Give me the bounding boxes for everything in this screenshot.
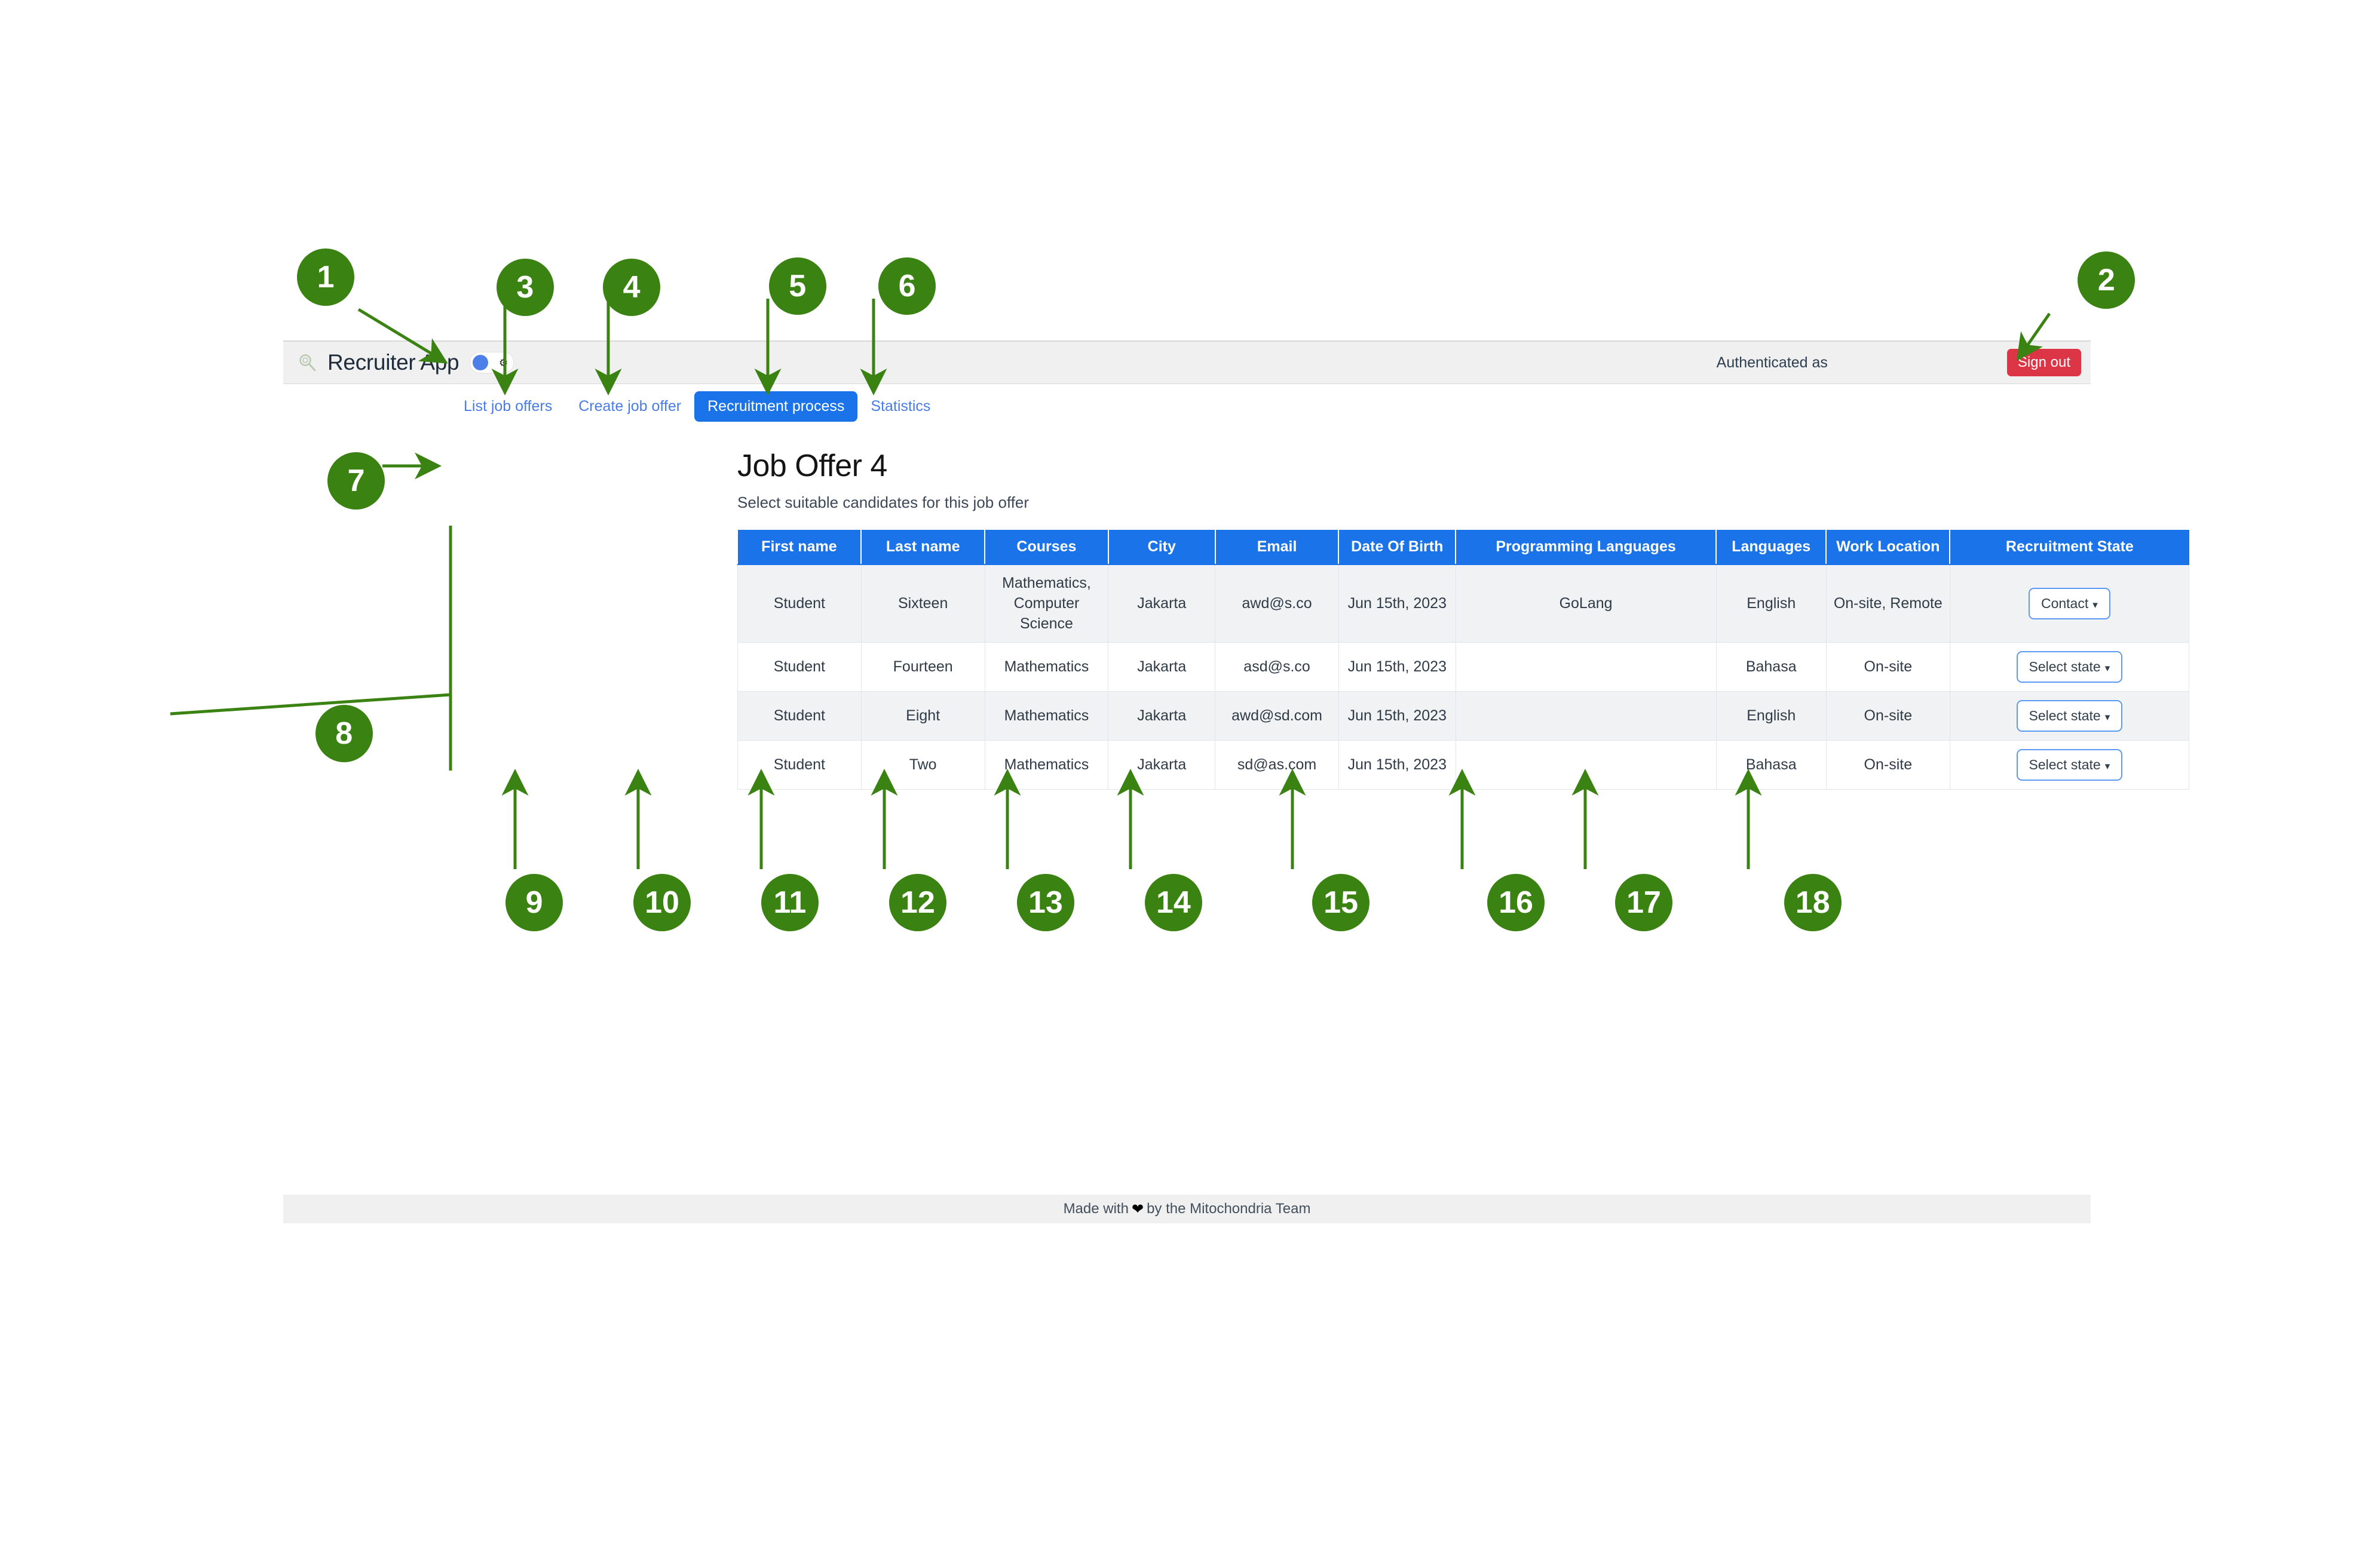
chevron-down-icon: ▾ [2104,662,2110,674]
annotation-badge-1: 1 [297,248,355,306]
cell-programming-languages [1455,740,1717,790]
cell-first-name: Student [737,740,862,790]
chevron-down-icon: ▾ [2104,711,2110,723]
cell-city: Jakarta [1108,740,1216,790]
browser-app-window: Recruiter App ⚙ Authenticated as Sign ou… [283,340,2190,1223]
cell-recruitment-state: Select state ▾ [1949,691,2190,741]
cell-recruitment-state: Contact ▾ [1949,564,2190,643]
cell-first-name: Student [737,564,862,643]
cell-languages: Bahasa [1715,740,1827,790]
chevron-down-icon: ▾ [2104,760,2110,772]
col-languages[interactable]: Languages [1716,530,1827,565]
cell-programming-languages: GoLang [1455,564,1717,643]
col-first-name[interactable]: First name [737,530,862,565]
candidates-table-container: First name Last name Courses City Email … [737,530,2190,790]
cell-date-of-birth: Jun 15th, 2023 [1338,740,1456,790]
cell-programming-languages [1455,642,1717,692]
cell-last-name: Sixteen [860,564,985,643]
page-title: Job Offer 4 [737,449,887,483]
cell-last-name: Eight [860,691,985,741]
col-last-name[interactable]: Last name [861,530,986,565]
cell-work-location: On-site [1825,642,1950,692]
cell-programming-languages [1455,691,1717,741]
state-label: Select state [2029,708,2101,724]
cell-email: sd@as.com [1215,740,1339,790]
top-navbar: Recruiter App ⚙ Authenticated as Sign ou… [283,340,2091,384]
recruitment-state-dropdown[interactable]: Select state ▾ [2016,700,2123,732]
authenticated-username [1828,352,2007,373]
cell-date-of-birth: Jun 15th, 2023 [1338,691,1456,741]
cell-last-name: Two [860,740,985,790]
authenticated-as-label: Authenticated as [1716,354,1828,371]
tab-recruitment-process[interactable]: Recruitment process [694,391,858,422]
col-programming-languages[interactable]: Programming Languages [1456,530,1717,565]
col-work-location[interactable]: Work Location [1826,530,1951,565]
state-label: Select state [2029,757,2101,773]
annotation-badge-5: 5 [768,257,826,315]
tab-list-job-offers[interactable]: List job offers [451,391,565,422]
annotation-badge-3: 3 [496,259,554,317]
cell-recruitment-state: Select state ▾ [1949,642,2190,692]
cell-work-location: On-site, Remote [1825,564,1950,643]
brand-area[interactable]: Recruiter App ⚙ [296,350,514,375]
cell-work-location: On-site [1825,691,1950,741]
cell-languages: English [1715,564,1827,643]
cell-last-name: Fourteen [860,642,985,692]
cell-first-name: Student [737,691,862,741]
col-courses[interactable]: Courses [985,530,1109,565]
theme-toggle-switch[interactable]: ⚙ [470,352,514,373]
cell-email: asd@s.co [1215,642,1339,692]
cell-work-location: On-site [1825,740,1950,790]
tab-statistics[interactable]: Statistics [857,391,943,422]
footer-text-before: Made with [1063,1201,1129,1217]
cell-courses: Mathematics, Computer Science [984,564,1109,643]
state-label: Contact [2041,596,2089,612]
cell-email: awd@s.co [1215,564,1339,643]
cell-courses: Mathematics [984,642,1109,692]
tab-create-job-offer[interactable]: Create job offer [565,391,694,422]
footer-text-after: by the Mitochondria Team [1147,1201,1311,1217]
cell-languages: Bahasa [1715,642,1827,692]
heart-icon: ❤ [1131,1201,1144,1217]
table-row: Student Fourteen Mathematics Jakarta asd… [737,642,2190,692]
recruitment-state-dropdown[interactable]: Contact ▾ [2028,588,2110,620]
col-recruitment-state[interactable]: Recruitment State [1950,530,2189,565]
cell-courses: Mathematics [984,691,1109,741]
app-footer: Made with ❤ by the Mitochondria Team [283,1195,2091,1223]
brand-name: Recruiter App [327,350,459,375]
table-row: Student Eight Mathematics Jakarta awd@sd… [737,691,2190,741]
auth-area: Authenticated as Sign out [1717,349,2081,376]
recruitment-state-dropdown[interactable]: Select state ▾ [2016,749,2123,781]
cell-email: awd@sd.com [1215,691,1339,741]
col-city[interactable]: City [1108,530,1216,565]
annotation-badge-6: 6 [878,257,936,315]
cell-city: Jakarta [1108,642,1216,692]
candidates-table: First name Last name Courses City Email … [737,530,2190,790]
page-subtitle: Select suitable candidates for this job … [737,493,1030,511]
table-header-row: First name Last name Courses City Email … [737,530,2189,565]
magnifier-icon [296,351,319,374]
nav-tabs: List job offers Create job offer Recruit… [283,384,2091,428]
gear-icon: ⚙ [499,357,508,369]
state-label: Select state [2029,659,2101,675]
toggle-knob [473,355,489,370]
table-row: Student Two Mathematics Jakarta sd@as.co… [737,740,2190,790]
cell-courses: Mathematics [984,740,1109,790]
sign-out-button[interactable]: Sign out [2006,349,2081,376]
chevron-down-icon: ▾ [2092,599,2098,611]
cell-city: Jakarta [1108,691,1216,741]
annotation-badge-2: 2 [2078,251,2136,309]
cell-date-of-birth: Jun 15th, 2023 [1338,642,1456,692]
table-row: Student Sixteen Mathematics, Computer Sc… [737,564,2190,643]
cell-date-of-birth: Jun 15th, 2023 [1338,564,1456,643]
cell-recruitment-state: Select state ▾ [1949,740,2190,790]
cell-first-name: Student [737,642,862,692]
page-heading: Job Offer 4 Select suitable candidates f… [737,448,1029,512]
col-email[interactable]: Email [1215,530,1340,565]
recruitment-state-dropdown[interactable]: Select state ▾ [2016,651,2123,683]
annotation-badge-4: 4 [603,259,661,317]
col-date-of-birth[interactable]: Date Of Birth [1338,530,1457,565]
cell-city: Jakarta [1108,564,1216,643]
cell-languages: English [1715,691,1827,741]
